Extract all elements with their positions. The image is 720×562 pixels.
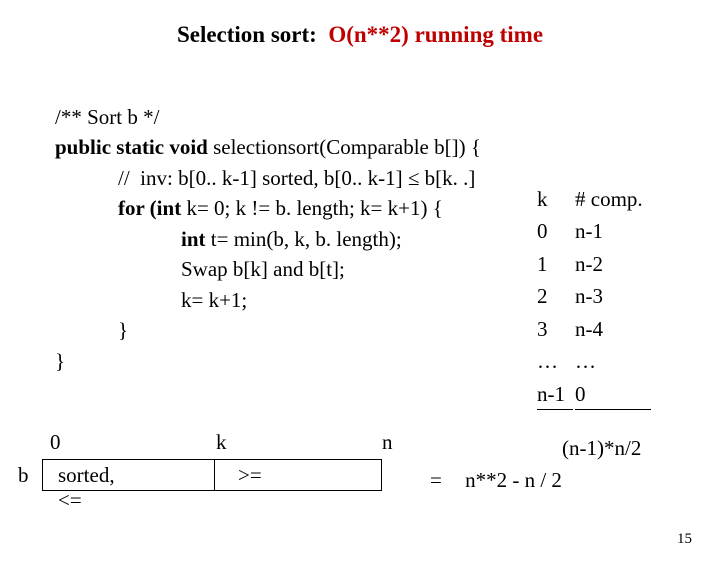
code-l5a: int — [55, 227, 206, 251]
table-row: n-10 — [537, 379, 651, 410]
code-l4b: k= 0; k != b. length; k= k+1) { — [181, 196, 443, 220]
code-l2b: selectionsort(Comparable b[]) { — [208, 135, 481, 159]
closed-form: n**2 - n / 2 — [465, 468, 562, 492]
idx-k: k — [216, 430, 227, 455]
table-header-row: k # comp. — [537, 184, 651, 214]
closed-form-line: = n**2 - n / 2 — [430, 468, 562, 493]
array-left-region: sorted, <= — [58, 463, 115, 513]
sum-expression: (n-1)*n/2 — [562, 436, 641, 461]
code-l6: Swap b[k] and b[t]; — [55, 257, 345, 281]
table-row: 2n-3 — [537, 281, 651, 311]
head-k: k — [537, 184, 573, 214]
array-right-region: >= — [238, 463, 262, 488]
idx-n: n — [382, 430, 393, 455]
code-l4a: for (int — [55, 196, 181, 220]
table-row: …… — [537, 346, 651, 376]
head-comp: # comp. — [575, 184, 651, 214]
equals-sign: = — [430, 468, 442, 492]
code-l8: } — [55, 318, 128, 342]
title-prefix: Selection sort: — [177, 22, 317, 47]
code-l5b: t= min(b, k, b. length); — [206, 227, 402, 251]
table-row: 3n-4 — [537, 314, 651, 344]
array-divider — [214, 459, 215, 491]
code-l3: // inv: b[0.. k-1] sorted, b[0.. k-1] ≤ … — [55, 166, 475, 190]
array-label: b — [18, 463, 29, 488]
title-complexity: O(n**2) running time — [323, 22, 543, 47]
table-row: 1n-2 — [537, 249, 651, 279]
code-l9: } — [55, 349, 65, 373]
complexity-table: k # comp. 0n-1 1n-2 2n-3 3n-4 …… n-10 — [535, 182, 653, 412]
code-l1: /** Sort b */ — [55, 105, 159, 129]
code-l7: k= k+1; — [55, 288, 247, 312]
table-row: 0n-1 — [537, 216, 651, 246]
slide-title: Selection sort: O(n**2) running time — [0, 22, 720, 48]
code-l2a: public static void — [55, 135, 208, 159]
code-block: /** Sort b */ public static void selecti… — [55, 102, 481, 376]
idx-0: 0 — [50, 430, 61, 455]
